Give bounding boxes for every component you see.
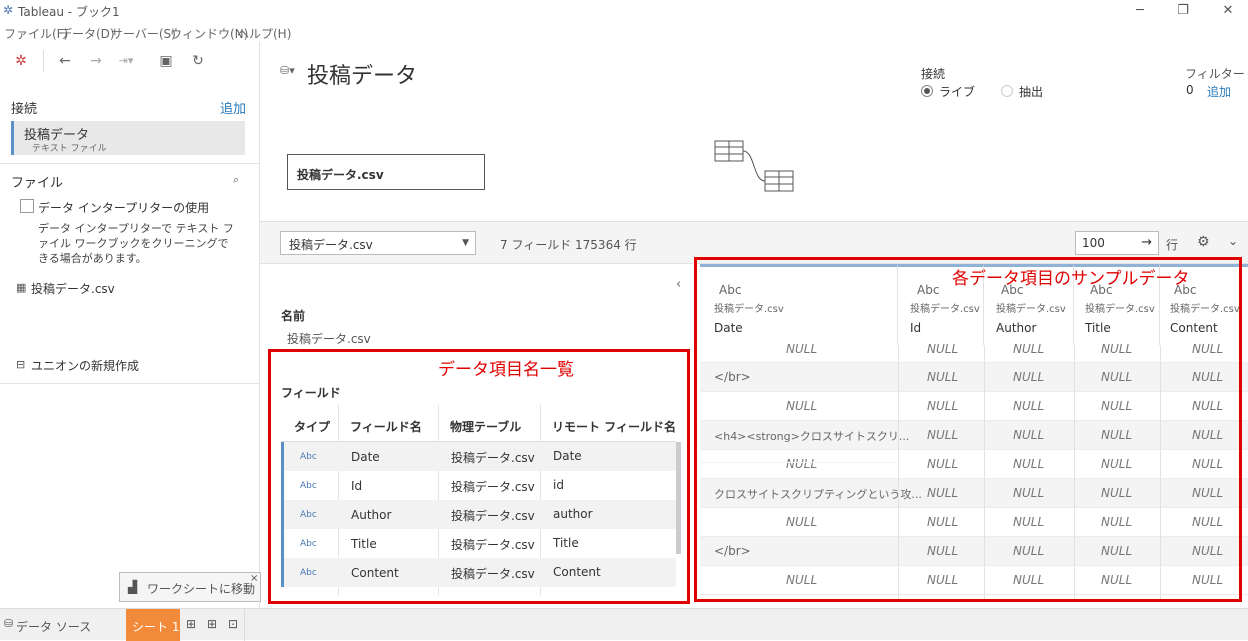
- window-title: Tableau - ブック1: [18, 5, 120, 19]
- add-connection-link[interactable]: 追加: [220, 98, 246, 117]
- gear-icon[interactable]: ⚙: [1197, 234, 1210, 250]
- sheet-tabs-bar: ⛁ データ ソース シート 1 ⊞ ⊞ ⊡: [0, 608, 1248, 641]
- tableau-logo-icon: ✲: [3, 3, 14, 17]
- data-source-title[interactable]: 投稿データ: [307, 58, 417, 90]
- restore-icon[interactable]: ❐: [1173, 2, 1193, 20]
- back-icon[interactable]: ←: [56, 52, 74, 70]
- tooltip-text: ワークシートに移動: [147, 582, 256, 596]
- menu-data[interactable]: データ(D): [60, 25, 115, 42]
- chevron-down-icon[interactable]: ⌄: [1228, 234, 1238, 248]
- divider: [0, 163, 260, 164]
- close-icon[interactable]: ✕: [1218, 2, 1238, 20]
- new-dashboard-icon[interactable]: ⊞: [207, 617, 217, 631]
- live-label: ライブ: [939, 85, 976, 99]
- divider: [0, 383, 260, 384]
- connection-item[interactable]: 投稿データ テキスト ファイル: [11, 121, 245, 155]
- refresh-icon[interactable]: ↻: [189, 52, 207, 70]
- table-select-value: 投稿データ.csv: [289, 238, 373, 252]
- connections-heading: 接続: [11, 102, 38, 117]
- redo-icon[interactable]: ⇥▾: [117, 52, 135, 70]
- connection-type: テキスト ファイル: [32, 144, 107, 154]
- rows-label: 行: [1166, 238, 1179, 252]
- go-to-worksheet-tooltip[interactable]: ▟ ワークシートに移動 ×: [119, 572, 261, 602]
- filter-add-link[interactable]: 追加: [1207, 83, 1231, 100]
- filter-label: フィルター: [1185, 67, 1245, 81]
- new-story-icon[interactable]: ⊡: [228, 617, 238, 631]
- table-icon: ▦: [16, 281, 27, 294]
- extract-label: 抽出: [1019, 85, 1044, 99]
- toolbar-divider: [43, 50, 44, 72]
- menu-file[interactable]: ファイル(F): [4, 25, 68, 42]
- close-icon[interactable]: ×: [250, 573, 258, 584]
- interpreter-description: データ インタープリターで テキスト ファイル ワークブックをクリーニングできる…: [38, 222, 234, 265]
- files-heading: ファイル: [11, 176, 64, 191]
- live-radio[interactable]: [921, 85, 933, 97]
- union-icon: ⊟: [16, 358, 26, 371]
- name-value: 投稿データ.csv: [287, 332, 371, 346]
- connection-mode-label: 接続: [921, 67, 946, 81]
- divider: [244, 609, 245, 641]
- filter-count: 0: [1186, 83, 1194, 97]
- new-worksheet-icon[interactable]: ⊞: [186, 617, 196, 631]
- annotation-label-sample-data: 各データ項目のサンプルデータ: [952, 269, 1190, 289]
- arrow-right-icon[interactable]: →: [1141, 235, 1152, 250]
- tab-sheet-label: シート 1: [132, 620, 180, 634]
- interpreter-label: データ インタープリターの使用: [38, 201, 210, 215]
- rows-input-value: 100: [1082, 236, 1105, 250]
- menu-help[interactable]: ヘルプ(H): [237, 25, 291, 42]
- chevron-down-icon: ▼: [462, 238, 469, 248]
- tab-data-source-label: データ ソース: [16, 620, 92, 634]
- tableau-start-icon[interactable]: ✲: [12, 52, 30, 70]
- interpreter-checkbox[interactable]: [20, 199, 34, 213]
- extract-radio[interactable]: [1001, 85, 1013, 97]
- database-icon: ⛁: [4, 617, 14, 630]
- field-row-summary: 7 フィールド 175364 行: [500, 238, 637, 252]
- database-icon[interactable]: ⛁▾: [280, 64, 295, 77]
- data-source-pane: ✲ ← → ⇥▾ ▣ ↻ 接続 追加 投稿データ テキスト ファイル ファイル …: [0, 42, 260, 608]
- name-heading: 名前: [281, 309, 306, 323]
- file-item[interactable]: 投稿データ.csv: [31, 280, 115, 297]
- menu-server[interactable]: サーバー(S): [111, 25, 176, 42]
- forward-icon[interactable]: →: [87, 52, 105, 70]
- tab-data-source[interactable]: ⛁ データ ソース: [0, 609, 126, 641]
- tab-sheet-1[interactable]: シート 1: [126, 609, 180, 641]
- collapse-icon[interactable]: ‹: [676, 277, 681, 292]
- annotation-label-fields: データ項目名一覧: [438, 360, 574, 380]
- bar-chart-icon: ▟: [128, 580, 138, 594]
- search-icon[interactable]: ⌕: [233, 173, 239, 187]
- rows-input[interactable]: 100 →: [1075, 231, 1159, 255]
- join-tables-icon: [714, 140, 794, 192]
- save-icon[interactable]: ▣: [157, 52, 175, 70]
- title-bar: ✲ Tableau - ブック1 ─ ❐ ✕: [0, 0, 1248, 22]
- annotation-box-sample-data: [694, 257, 1242, 602]
- annotation-box-fields: [268, 349, 690, 604]
- canvas-table-name: 投稿データ.csv: [297, 168, 384, 182]
- new-union[interactable]: ユニオンの新規作成: [31, 357, 139, 374]
- table-select[interactable]: 投稿データ.csv ▼: [280, 231, 476, 255]
- menu-bar: ファイル(F) データ(D) サーバー(S) ウィンドウ(N) ヘルプ(H): [0, 22, 1248, 42]
- canvas-table[interactable]: 投稿データ.csv: [287, 154, 485, 190]
- minimize-icon[interactable]: ─: [1130, 2, 1150, 20]
